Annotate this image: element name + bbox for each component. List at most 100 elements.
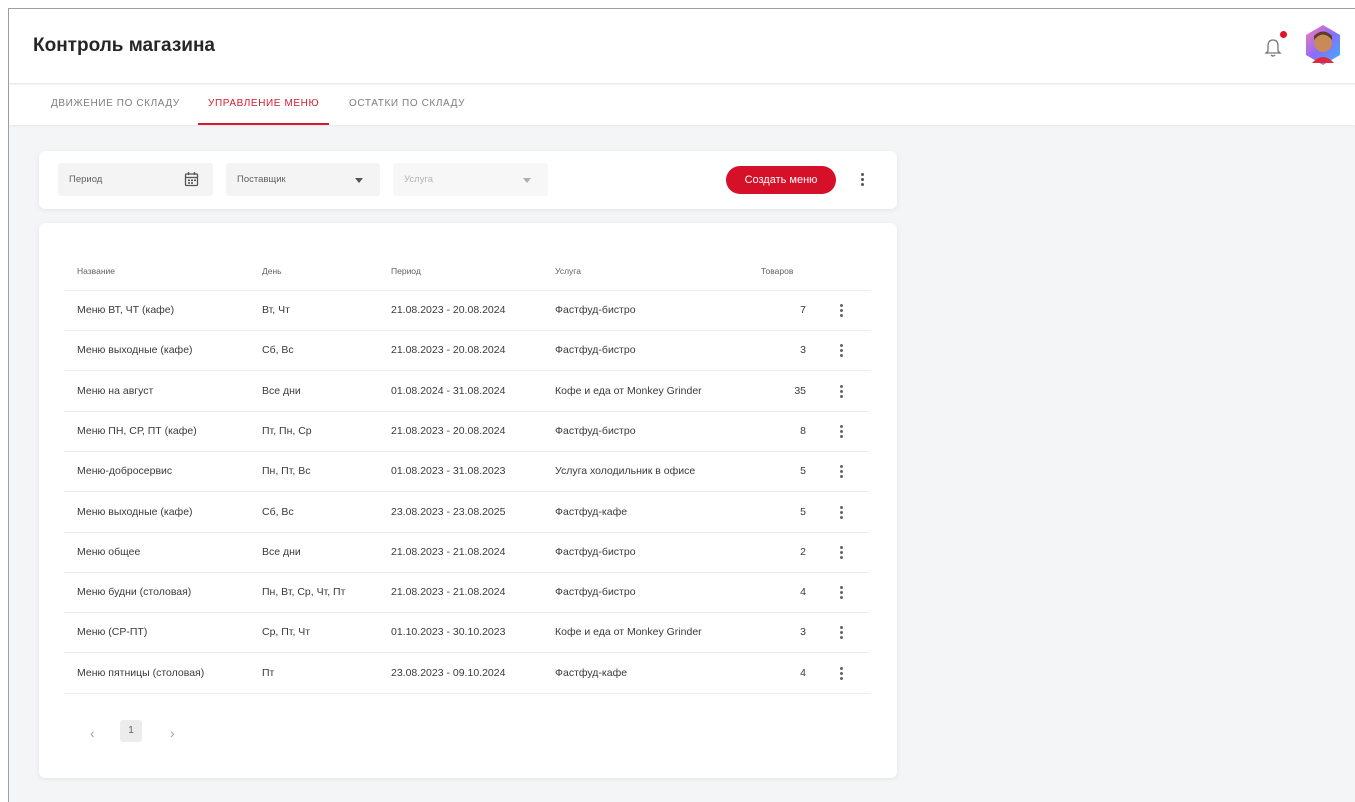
tab-bar: ДВИЖЕНИЕ ПО СКЛАДУ УПРАВЛЕНИЕ МЕНЮ ОСТАТ… bbox=[9, 85, 1355, 125]
cell-period: 01.08.2023 - 31.08.2023 bbox=[391, 465, 506, 478]
cell-day: Пн, Вт, Ср, Чт, Пт bbox=[262, 586, 346, 599]
cell-name: Меню ВТ, ЧТ (кафе) bbox=[77, 304, 175, 316]
cell-period: 23.08.2023 - 23.08.2025 bbox=[391, 505, 506, 518]
cell-service: Фастфуд-бистро bbox=[555, 586, 636, 599]
more-vert-icon[interactable] bbox=[839, 666, 845, 681]
create-menu-button[interactable]: Создать меню bbox=[726, 166, 836, 194]
app-window: Контроль магазина ДВИЖЕНИЕ ПО СКЛАДУ УПР… bbox=[8, 8, 1355, 802]
more-vert-icon[interactable] bbox=[839, 626, 845, 640]
avatar[interactable] bbox=[1303, 23, 1343, 67]
cell-service: Фастфуд-кафе bbox=[555, 666, 628, 679]
cell-service: Фастфуд-бистро bbox=[555, 424, 636, 437]
cell-name: Меню будни (столовая) bbox=[77, 586, 192, 599]
table-row[interactable]: Меню пятницы (столовая) Пт 23.08.2023 - 09… bbox=[64, 654, 870, 694]
cell-service: Кофе и еда от Monkey Grinder bbox=[555, 384, 702, 397]
cell-service: Фастфуд-кафе bbox=[555, 505, 628, 518]
cell-day: Вт, Чт bbox=[262, 304, 290, 316]
cell-period: 21.08.2023 - 20.08.2024 bbox=[391, 304, 506, 316]
cell-service: Фастфуд-бистро bbox=[555, 545, 636, 558]
cell-period: 21.08.2023 - 21.08.2024 bbox=[391, 545, 506, 558]
tab-warehouse-movement[interactable]: ДВИЖЕНИЕ ПО СКЛАДУ bbox=[41, 85, 190, 125]
supplier-select[interactable]: Поставщик bbox=[226, 163, 380, 196]
cell-day: Все дни bbox=[262, 384, 301, 397]
service-placeholder: Услуга bbox=[404, 174, 433, 185]
cell-goods-count: 35 bbox=[794, 384, 806, 397]
cell-period: 21.08.2023 - 20.08.2024 bbox=[391, 344, 506, 357]
notification-dot bbox=[1280, 31, 1287, 38]
cell-day: Пт bbox=[262, 666, 275, 679]
table-row[interactable]: Меню ПН, СР, ПТ (кафе) Пт, Пн, Ср 21.08.20… bbox=[64, 412, 870, 452]
cell-goods-count: 3 bbox=[800, 626, 806, 639]
cell-service: Фастфуд-бистро bbox=[555, 304, 636, 316]
tab-warehouse-stock[interactable]: ОСТАТКИ ПО СКЛАДУ bbox=[339, 85, 475, 125]
more-vert-icon[interactable] bbox=[839, 424, 845, 439]
cell-service: Фастфуд-бистро bbox=[555, 344, 636, 357]
cell-name: Меню выходные (кафе) bbox=[77, 344, 193, 357]
cell-period: 21.08.2023 - 20.08.2024 bbox=[391, 424, 506, 437]
cell-period: 21.08.2023 - 21.08.2024 bbox=[391, 586, 506, 599]
cell-day: Ср, Пт, Чт bbox=[262, 626, 311, 639]
column-header-name[interactable]: Название bbox=[77, 266, 115, 276]
more-vert-icon[interactable] bbox=[839, 384, 845, 399]
top-bar: Контроль магазина bbox=[9, 9, 1355, 84]
cell-goods-count: 4 bbox=[800, 666, 806, 679]
more-vert-icon[interactable] bbox=[839, 304, 845, 318]
table-header: Название День Период Услуга Товаров bbox=[64, 261, 870, 291]
pagination-prev[interactable]: ‹ bbox=[90, 725, 95, 741]
chevron-down-icon bbox=[523, 178, 531, 183]
cell-name: Меню-добросервис bbox=[77, 465, 173, 478]
service-select[interactable]: Услуга bbox=[393, 163, 548, 196]
table-row[interactable]: Меню (СР-ПТ) Ср, Пт, Чт 01.10.2023 - 30.10… bbox=[64, 613, 870, 654]
cell-goods-count: 4 bbox=[800, 586, 806, 599]
column-header-period[interactable]: Период bbox=[391, 266, 421, 276]
table-row[interactable]: Меню выходные (кафе) Сб, Вс 21.08.2023 - 2… bbox=[64, 331, 870, 372]
cell-goods-count: 5 bbox=[800, 505, 806, 518]
supplier-placeholder: Поставщик bbox=[237, 174, 286, 185]
more-vert-icon[interactable] bbox=[839, 545, 845, 560]
more-vert-icon[interactable] bbox=[839, 344, 845, 358]
cell-name: Меню выходные (кафе) bbox=[77, 505, 193, 518]
cell-name: Меню (СР-ПТ) bbox=[77, 626, 148, 639]
cell-goods-count: 5 bbox=[800, 465, 806, 478]
tab-menu-management[interactable]: УПРАВЛЕНИЕ МЕНЮ bbox=[198, 85, 330, 125]
pagination-page[interactable]: 1 bbox=[120, 720, 142, 742]
more-vert-icon[interactable] bbox=[860, 173, 866, 187]
cell-goods-count: 3 bbox=[800, 344, 806, 357]
menu-table-card: Название День Период Услуга Товаров Меню… bbox=[39, 223, 897, 778]
cell-name: Меню на август bbox=[77, 384, 154, 397]
cell-day: Сб, Вс bbox=[262, 505, 294, 518]
cell-period: 01.08.2024 - 31.08.2024 bbox=[391, 384, 506, 397]
cell-service: Кофе и еда от Monkey Grinder bbox=[555, 626, 702, 639]
period-placeholder: Период bbox=[69, 174, 103, 185]
cell-period: 01.10.2023 - 30.10.2023 bbox=[391, 626, 506, 639]
table-row[interactable]: Меню общее Все дни 21.08.2023 - 21.08.2024… bbox=[64, 533, 870, 573]
more-vert-icon[interactable] bbox=[839, 505, 845, 520]
cell-service: Услуга холодильник в офисе bbox=[555, 465, 696, 478]
cell-goods-count: 7 bbox=[800, 304, 806, 316]
table-row[interactable]: Меню-добросервис Пн, Пт, Вс 01.08.2023 - 3… bbox=[64, 452, 870, 493]
calendar-icon[interactable] bbox=[184, 171, 199, 187]
cell-day: Сб, Вс bbox=[262, 344, 294, 357]
cell-name: Меню ПН, СР, ПТ (кафе) bbox=[77, 424, 197, 437]
table-row[interactable]: Меню выходные (кафе) Сб, Вс 23.08.2023 - 2… bbox=[64, 493, 870, 533]
cell-day: Пн, Пт, Вс bbox=[262, 465, 311, 478]
chevron-down-icon bbox=[355, 178, 363, 183]
bell-icon[interactable] bbox=[1263, 37, 1283, 59]
more-vert-icon[interactable] bbox=[839, 586, 845, 600]
column-header-service[interactable]: Услуга bbox=[555, 266, 581, 276]
more-vert-icon[interactable] bbox=[839, 465, 845, 479]
cell-day: Все дни bbox=[262, 545, 301, 558]
column-header-day[interactable]: День bbox=[262, 266, 282, 276]
table-row[interactable]: Меню будни (столовая) Пн, Вт, Ср, Чт, Пт 2… bbox=[64, 573, 870, 614]
cell-goods-count: 8 bbox=[800, 424, 806, 437]
pagination-next[interactable]: › bbox=[170, 725, 175, 741]
cell-goods-count: 2 bbox=[800, 545, 806, 558]
table-row[interactable]: Меню на август Все дни 01.08.2024 - 31.08.… bbox=[64, 372, 870, 412]
column-header-goods[interactable]: Товаров bbox=[761, 266, 793, 276]
cell-name: Меню общее bbox=[77, 545, 141, 558]
table-row[interactable]: Меню ВТ, ЧТ (кафе) Вт, Чт 21.08.2023 - 20.… bbox=[64, 291, 870, 331]
period-field[interactable]: Период bbox=[58, 163, 213, 196]
cell-period: 23.08.2023 - 09.10.2024 bbox=[391, 666, 506, 679]
page-title: Контроль магазина bbox=[33, 35, 216, 56]
cell-day: Пт, Пн, Ср bbox=[262, 424, 312, 437]
